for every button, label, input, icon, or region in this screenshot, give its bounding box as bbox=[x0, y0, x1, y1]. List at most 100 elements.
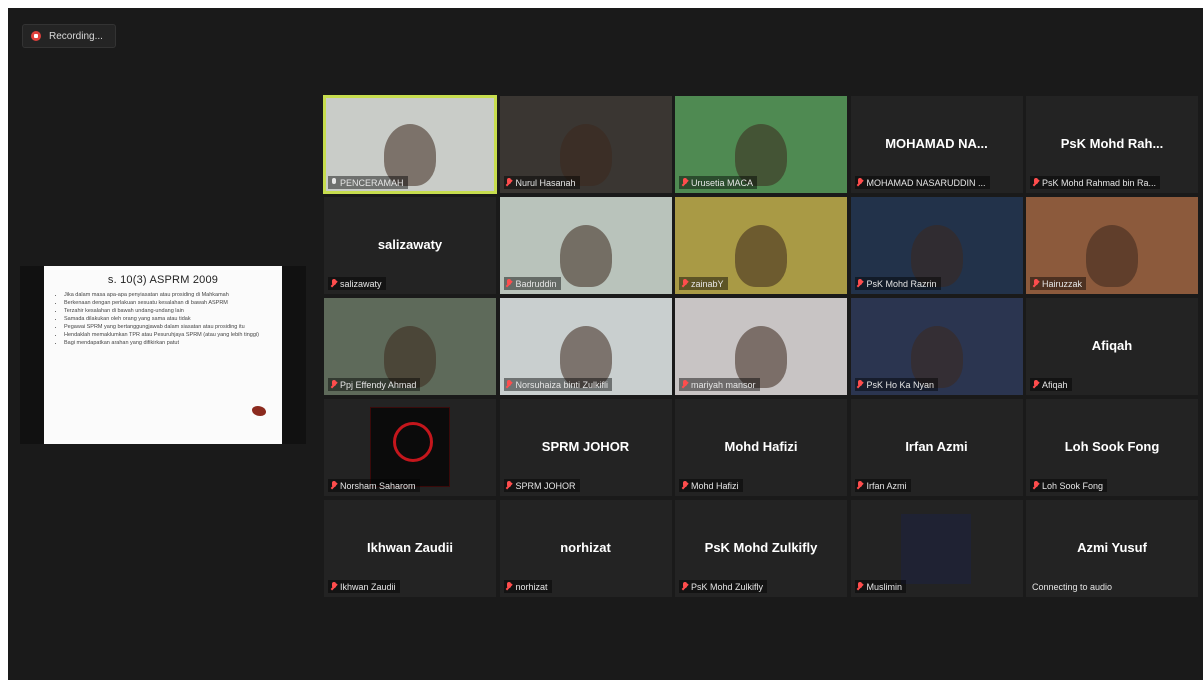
participant-label: Ppj Effendy Ahmad bbox=[328, 378, 421, 391]
participant-tile[interactable]: Nurul Hasanah bbox=[499, 96, 672, 193]
participant-label-text: mariyah mansor bbox=[691, 379, 756, 390]
participant-tile[interactable]: Norsuhaiza binti Zulkifli bbox=[499, 298, 672, 395]
participant-tile[interactable]: Azmi Yusuf Connecting to audio bbox=[1026, 500, 1198, 597]
participant-label: norhizat bbox=[503, 580, 552, 593]
slide-bullet: Hendaklah memaklumkan TPR atau Pesuruhja… bbox=[64, 332, 272, 339]
slide-title: s. 10(3) ASPRM 2009 bbox=[107, 274, 219, 286]
participant-label: zainabY bbox=[679, 277, 728, 290]
participant-tile[interactable]: salizawaty salizawaty bbox=[324, 197, 496, 294]
participant-label: Norsham Saharom bbox=[328, 479, 420, 492]
muted-mic-icon bbox=[506, 380, 513, 389]
shared-screen[interactable]: s. 10(3) ASPRM 2009 Jika dalam masa apa-… bbox=[20, 266, 306, 444]
recording-label: Recording... bbox=[49, 30, 103, 42]
participant-tile[interactable]: mariyah mansor bbox=[675, 298, 847, 395]
muted-mic-icon bbox=[506, 582, 513, 591]
participant-label-text: PsK Mohd Rahmad bin Ra... bbox=[1042, 177, 1157, 188]
participant-label: PsK Mohd Zulkifly bbox=[679, 580, 768, 593]
participant-label: Badruddin bbox=[503, 277, 561, 290]
participant-tile[interactable]: PsK Mohd Razrin bbox=[850, 197, 1023, 294]
participant-video bbox=[559, 225, 612, 287]
participant-label: salizawaty bbox=[328, 277, 386, 290]
muted-mic-icon bbox=[1032, 178, 1039, 187]
participant-tile[interactable]: Loh Sook Fong Loh Sook Fong bbox=[1026, 399, 1198, 496]
participant-tile[interactable]: zainabY bbox=[675, 197, 847, 294]
participant-tile[interactable]: MOHAMAD NA... MOHAMAD NASARUDDIN ... bbox=[850, 96, 1023, 193]
muted-mic-icon bbox=[330, 481, 337, 490]
muted-mic-icon bbox=[857, 582, 864, 591]
participant-label: Hairuzzak bbox=[1030, 277, 1087, 290]
participant-tile[interactable]: Badruddin bbox=[499, 197, 672, 294]
participant-label-text: Mohd Hafizi bbox=[691, 480, 739, 491]
participant-label-text: Hairuzzak bbox=[1042, 278, 1083, 289]
logo-icon bbox=[370, 407, 450, 487]
participant-name: Loh Sook Fong bbox=[1064, 439, 1160, 454]
participant-tile[interactable]: SPRM JOHOR SPRM JOHOR bbox=[499, 399, 672, 496]
muted-mic-icon bbox=[330, 279, 337, 288]
participant-label: Muslimin bbox=[854, 580, 907, 593]
slide-bullet: Berkenaan dengan perlakuan sesuatu kesal… bbox=[64, 300, 272, 307]
record-icon bbox=[31, 31, 41, 41]
participant-tile[interactable]: norhizat norhizat bbox=[499, 500, 672, 597]
participant-label: Nurul Hasanah bbox=[503, 176, 580, 189]
participant-video bbox=[1086, 225, 1138, 287]
butterfly-icon bbox=[252, 406, 266, 416]
participant-label-text: PENCERAMAH bbox=[340, 177, 404, 188]
slide-bullets: Jika dalam masa apa-apa penyiasatan atau… bbox=[54, 292, 272, 347]
participant-name: norhizat bbox=[560, 540, 611, 555]
participant-video bbox=[735, 225, 787, 287]
participant-label-text: Norsuhaiza binti Zulkifli bbox=[515, 379, 609, 390]
participant-tile[interactable]: PsK Mohd Zulkifly PsK Mohd Zulkifly bbox=[675, 500, 847, 597]
participant-label: PENCERAMAH bbox=[328, 176, 408, 189]
participant-label-text: zainabY bbox=[691, 278, 724, 289]
muted-mic-icon bbox=[330, 582, 337, 591]
participant-label-text: norhizat bbox=[515, 581, 548, 592]
participant-label-text: PsK Mohd Zulkifly bbox=[691, 581, 764, 592]
participant-label: PsK Mohd Razrin bbox=[854, 277, 941, 290]
participant-label: Afiqah bbox=[1030, 378, 1072, 391]
participant-tile[interactable]: Irfan Azmi Irfan Azmi bbox=[850, 399, 1023, 496]
participant-name: SPRM JOHOR bbox=[541, 439, 630, 454]
participant-label-text: Afiqah bbox=[1042, 379, 1068, 390]
participant-label-text: PsK Ho Ka Nyan bbox=[866, 379, 935, 390]
slide-bullet: Samada dilakukan oleh orang yang sama at… bbox=[64, 316, 272, 323]
participant-label: Norsuhaiza binti Zulkifli bbox=[503, 378, 613, 391]
participant-tile[interactable]: Mohd Hafizi Mohd Hafizi bbox=[675, 399, 847, 496]
participant-name: Azmi Yusuf bbox=[1077, 540, 1147, 555]
participant-tile[interactable]: Norsham Saharom bbox=[324, 399, 496, 496]
participant-tile[interactable]: Muslimin bbox=[850, 500, 1023, 597]
participant-tile[interactable]: Hairuzzak bbox=[1026, 197, 1198, 294]
muted-mic-icon bbox=[681, 481, 688, 490]
participant-tile[interactable]: PsK Mohd Rah... PsK Mohd Rahmad bin Ra... bbox=[1026, 96, 1198, 193]
participant-label: Connecting to audio bbox=[1030, 580, 1116, 593]
participant-label-text: Muslimin bbox=[866, 581, 903, 592]
muted-mic-icon bbox=[681, 279, 688, 288]
muted-mic-icon bbox=[1032, 279, 1039, 288]
participant-video bbox=[900, 514, 971, 584]
participant-tile[interactable]: Urusetia MACA bbox=[675, 96, 847, 193]
participant-name: MOHAMAD NA... bbox=[885, 136, 988, 151]
muted-mic-icon bbox=[681, 178, 688, 187]
slide-bullet: Jika dalam masa apa-apa penyiasatan atau… bbox=[64, 292, 272, 299]
muted-mic-icon bbox=[681, 582, 688, 591]
muted-mic-icon bbox=[506, 279, 513, 288]
muted-mic-icon bbox=[506, 178, 513, 187]
muted-mic-icon bbox=[1032, 481, 1039, 490]
muted-mic-icon bbox=[1032, 380, 1039, 389]
muted-mic-icon bbox=[857, 481, 864, 490]
participant-label-text: Norsham Saharom bbox=[340, 480, 416, 491]
participant-tile[interactable]: Afiqah Afiqah bbox=[1026, 298, 1198, 395]
participant-tile[interactable]: Ikhwan Zaudii Ikhwan Zaudii bbox=[324, 500, 496, 597]
participant-name: Ikhwan Zaudii bbox=[367, 540, 453, 555]
participant-label: mariyah mansor bbox=[679, 378, 760, 391]
participant-tile[interactable]: PsK Ho Ka Nyan bbox=[850, 298, 1023, 395]
participant-label: SPRM JOHOR bbox=[503, 479, 580, 492]
recording-indicator[interactable]: Recording... bbox=[22, 24, 116, 48]
participant-label-text: Connecting to audio bbox=[1032, 581, 1113, 592]
slide-bullet: Pegawai SPRM yang bertanggungjawab dalam… bbox=[64, 324, 272, 331]
muted-mic-icon bbox=[857, 279, 864, 288]
participant-tile[interactable]: Ppj Effendy Ahmad bbox=[324, 298, 496, 395]
participant-tile[interactable]: PENCERAMAH bbox=[323, 95, 497, 194]
participant-label: Mohd Hafizi bbox=[679, 479, 743, 492]
slide-bullet: Bagi mendapatkan arahan yang difikirkan … bbox=[64, 340, 272, 347]
participant-label-text: salizawaty bbox=[340, 278, 382, 289]
